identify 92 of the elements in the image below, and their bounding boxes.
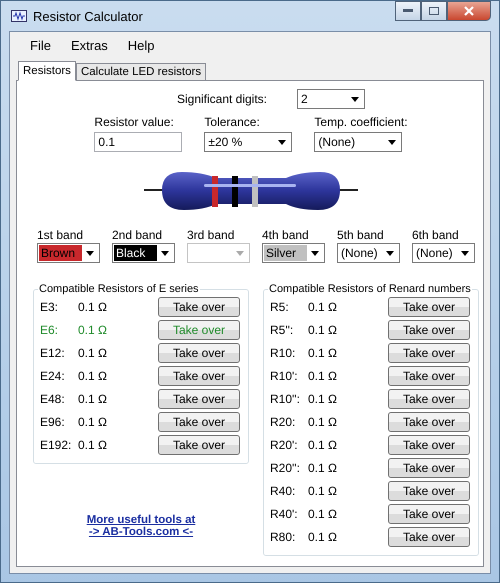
- take-over-button[interactable]: Take over: [388, 412, 470, 432]
- resistance-value: 0.1 Ω: [308, 392, 338, 406]
- series-name: R5:: [270, 300, 290, 314]
- resistance-value: 0.1 Ω: [308, 507, 338, 521]
- series-name: R10':: [270, 369, 299, 383]
- resistance-value: 0.1 Ω: [78, 415, 108, 429]
- group-title: Compatible Resistors of Renard numbers: [268, 283, 472, 295]
- close-button[interactable]: [447, 1, 491, 21]
- minimize-button[interactable]: [395, 1, 421, 21]
- resistance-value: 0.1 Ω: [308, 438, 338, 452]
- take-over-button[interactable]: Take over: [388, 481, 470, 501]
- series-name: E12:: [40, 346, 66, 360]
- dropdown[interactable]: 2: [297, 89, 366, 109]
- take-over-button[interactable]: Take over: [158, 412, 240, 432]
- resistance-value: 0.1 Ω: [308, 300, 338, 314]
- tools-link[interactable]: -> AB-Tools.com <-: [88, 526, 194, 538]
- band-color-swatch: Brown: [39, 245, 82, 261]
- window-title: Resistor Calculator: [33, 8, 144, 24]
- series-name: R40':: [270, 507, 299, 521]
- resistor-app-icon: [11, 10, 27, 22]
- resistance-value: 0.1 Ω: [308, 484, 338, 498]
- menu-item[interactable]: Help: [128, 38, 155, 53]
- band-dropdown[interactable]: (None): [337, 243, 400, 263]
- resistance-value: 0.1 Ω: [308, 530, 338, 544]
- take-over-button[interactable]: Take over: [388, 320, 470, 340]
- resistance-value: 0.1 Ω: [308, 346, 338, 360]
- tab[interactable]: Calculate LED resistors: [76, 63, 206, 81]
- band-color-swatch: Silver: [264, 245, 307, 261]
- take-over-button[interactable]: Take over: [158, 366, 240, 386]
- menu-item[interactable]: File: [30, 38, 51, 53]
- band-label: 2nd band: [112, 228, 164, 242]
- series-name: R20':: [270, 438, 299, 452]
- resistance-value: 0.1 Ω: [308, 369, 338, 383]
- series-name: E6:: [40, 323, 60, 337]
- series-name: R20:: [270, 415, 296, 429]
- take-over-button[interactable]: Take over: [388, 504, 470, 524]
- significant-digits-label: Significant digits:: [176, 92, 268, 106]
- series-name: E24:: [40, 369, 66, 383]
- temp-coefficient-label: Temp. coefficient:: [314, 115, 408, 129]
- series-name: R5'':: [270, 323, 294, 337]
- tolerance-label: Tolerance:: [204, 115, 261, 129]
- minimize-icon: [403, 9, 413, 13]
- take-over-button[interactable]: Take over: [388, 527, 470, 547]
- take-over-button[interactable]: Take over: [158, 297, 240, 317]
- resistance-value: 0.1 Ω: [308, 461, 338, 475]
- resistance-value: 0.1 Ω: [308, 323, 338, 337]
- series-name: E48:: [40, 392, 66, 406]
- group-title: Compatible Resistors of E series: [38, 283, 200, 295]
- close-icon: [464, 6, 474, 16]
- menu-item[interactable]: Extras: [70, 38, 108, 53]
- series-name: E192:: [40, 438, 72, 452]
- series-name: R10:: [270, 346, 296, 360]
- series-name: E96:: [40, 415, 66, 429]
- series-name: R80:: [270, 530, 296, 544]
- tools-link[interactable]: More useful tools at: [86, 514, 196, 526]
- maximize-icon: [429, 7, 439, 15]
- dropdown[interactable]: (None): [314, 132, 402, 152]
- resistance-value: 0.1 Ω: [78, 346, 108, 360]
- series-name: E3:: [40, 300, 60, 314]
- resistance-value: 0.1 Ω: [78, 323, 108, 337]
- take-over-button[interactable]: Take over: [158, 435, 240, 455]
- take-over-button[interactable]: Take over: [388, 366, 470, 386]
- band-dropdown[interactable]: Black: [112, 243, 175, 263]
- resistance-value: 0.1 Ω: [308, 415, 338, 429]
- take-over-button[interactable]: Take over: [158, 389, 240, 409]
- resistance-value: 0.1 Ω: [78, 300, 108, 314]
- series-name: R40:: [270, 484, 296, 498]
- resistance-value: 0.1 Ω: [78, 392, 108, 406]
- resistance-value: 0.1 Ω: [78, 438, 108, 452]
- take-over-button[interactable]: Take over: [388, 458, 470, 478]
- take-over-button[interactable]: Take over: [388, 389, 470, 409]
- band-label: 1st band: [37, 228, 84, 242]
- series-name: R10'':: [270, 392, 301, 406]
- dropdown[interactable]: ±20 %: [204, 132, 292, 152]
- band-dropdown[interactable]: Brown: [37, 243, 100, 263]
- take-over-button[interactable]: Take over: [388, 343, 470, 363]
- resistor-value-field[interactable]: 0.1: [94, 132, 182, 152]
- take-over-button[interactable]: Take over: [388, 435, 470, 455]
- band-label: 5th band: [337, 228, 385, 242]
- series-name: R20'':: [270, 461, 301, 475]
- take-over-button[interactable]: Take over: [388, 297, 470, 317]
- resistance-value: 0.1 Ω: [78, 369, 108, 383]
- band-dropdown[interactable]: Silver: [262, 243, 325, 263]
- band-dropdown[interactable]: (None): [412, 243, 475, 263]
- tab[interactable]: Resistors: [18, 61, 76, 81]
- band-label: 6th band: [412, 228, 460, 242]
- band-color-swatch: Black: [114, 245, 157, 261]
- maximize-button[interactable]: [421, 1, 447, 21]
- resistor-value-label: Resistor value:: [94, 115, 175, 129]
- take-over-button[interactable]: Take over: [158, 343, 240, 363]
- band-label: 4th band: [262, 228, 310, 242]
- band-label: 3rd band: [187, 228, 236, 242]
